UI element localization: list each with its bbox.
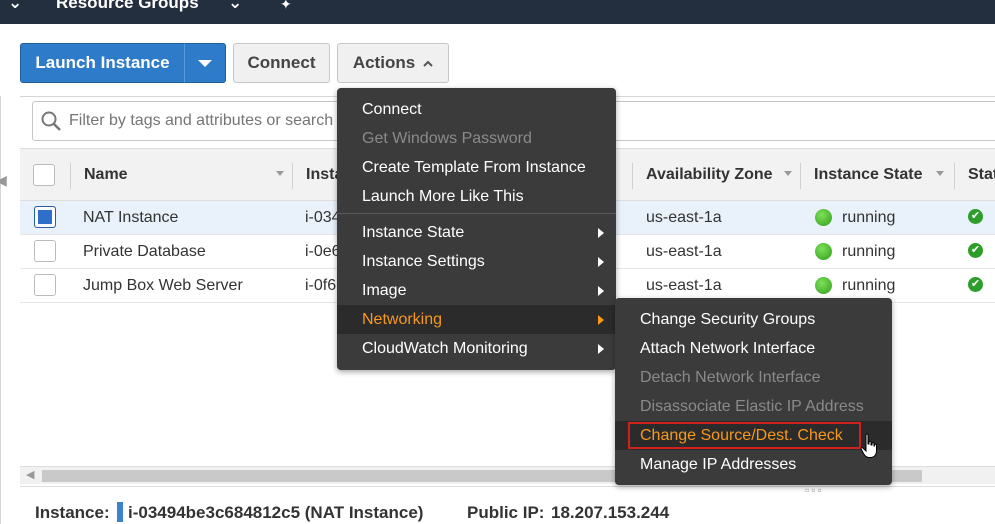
menu-item-instance-state[interactable]: Instance State bbox=[337, 218, 616, 247]
top-nav-bar: ⌄ Resource Groups ⌄ ✦ bbox=[0, 0, 995, 24]
row-instance-state: running bbox=[842, 277, 896, 294]
column-divider bbox=[292, 163, 293, 189]
running-status-icon bbox=[815, 243, 832, 260]
instance-value: i-03494be3c684812c5 (NAT Instance) bbox=[128, 503, 424, 522]
hand-cursor-icon bbox=[860, 433, 877, 458]
caret-up-icon bbox=[423, 60, 433, 67]
column-divider bbox=[954, 163, 955, 189]
column-header-availability-zone-label: Availability Zone bbox=[646, 166, 773, 183]
highlight-annotation-box bbox=[628, 422, 861, 449]
column-divider bbox=[70, 163, 71, 189]
menu-item-networking[interactable]: Networking bbox=[337, 305, 616, 334]
menu-item-instance-state-label: Instance State bbox=[362, 223, 465, 241]
row-instance-id: i-0e6 bbox=[305, 243, 341, 260]
column-header-instance-state[interactable]: Instance State bbox=[814, 149, 922, 201]
submenu-arrow-icon bbox=[598, 228, 604, 238]
pin-icon[interactable]: ✦ bbox=[280, 0, 292, 13]
menu-item-create-template[interactable]: Create Template From Instance bbox=[337, 153, 616, 182]
sort-az-icon[interactable] bbox=[784, 149, 794, 201]
filter-input[interactable] bbox=[69, 106, 369, 136]
row-name: NAT Instance bbox=[83, 209, 179, 226]
caret-down-icon bbox=[198, 59, 212, 67]
actions-label: Actions bbox=[352, 53, 416, 72]
menu-item-cloudwatch-monitoring-label: CloudWatch Monitoring bbox=[362, 339, 528, 357]
row-availability-zone: us-east-1a bbox=[646, 243, 722, 260]
menu-item-attach-network-interface[interactable]: Attach Network Interface bbox=[615, 334, 892, 363]
row-name: Private Database bbox=[83, 243, 206, 260]
menu-item-manage-ip-addresses[interactable]: Manage IP Addresses bbox=[615, 450, 892, 479]
running-status-icon bbox=[815, 209, 832, 226]
networking-submenu: Change Security Groups Attach Network In… bbox=[615, 298, 892, 485]
column-divider bbox=[800, 163, 801, 189]
submenu-arrow-icon bbox=[598, 315, 604, 325]
sort-name-icon[interactable] bbox=[276, 149, 286, 201]
status-check-ok-icon: ✔ bbox=[968, 243, 983, 258]
actions-dropdown-menu: Connect Get Windows Password Create Temp… bbox=[337, 88, 616, 370]
nav-chevron-icon[interactable]: ⌄ bbox=[8, 0, 22, 13]
menu-item-networking-label: Networking bbox=[362, 310, 443, 328]
column-divider bbox=[632, 163, 633, 189]
column-header-availability-zone[interactable]: Availability Zone bbox=[646, 149, 773, 201]
submenu-arrow-icon bbox=[598, 344, 604, 354]
launch-options-dropdown-button[interactable] bbox=[184, 43, 226, 83]
column-header-status-checks-label: Stat bbox=[968, 166, 995, 183]
connect-button[interactable]: Connect bbox=[233, 43, 330, 83]
menu-item-instance-settings-label: Instance Settings bbox=[362, 252, 485, 270]
menu-item-connect[interactable]: Connect bbox=[337, 95, 616, 124]
resource-groups-menu[interactable]: Resource Groups bbox=[56, 0, 199, 13]
left-panel-border bbox=[0, 96, 1, 524]
row-instance-id: i-0f6 bbox=[305, 277, 337, 294]
column-header-name[interactable]: Name bbox=[84, 149, 128, 201]
menu-item-instance-settings[interactable]: Instance Settings bbox=[337, 247, 616, 276]
resource-groups-chevron-icon[interactable]: ⌄ bbox=[228, 0, 242, 13]
column-header-instance-state-label: Instance State bbox=[814, 166, 923, 183]
public-ip-value: 18.207.153.244 bbox=[551, 503, 670, 522]
actions-button[interactable]: Actions bbox=[337, 43, 449, 83]
scroll-left-icon[interactable]: ◀ bbox=[26, 468, 34, 481]
public-ip-label: Public IP: bbox=[467, 503, 545, 522]
instance-label: Instance: bbox=[35, 503, 110, 522]
row-availability-zone: us-east-1a bbox=[646, 277, 722, 294]
instance-color-marker bbox=[117, 502, 123, 522]
row-instance-state: running bbox=[842, 209, 896, 226]
menu-item-launch-more-like-this[interactable]: Launch More Like This bbox=[337, 182, 616, 211]
column-header-name-label: Name bbox=[84, 166, 128, 183]
row-availability-zone: us-east-1a bbox=[646, 209, 722, 226]
column-header-status-checks[interactable]: Stat bbox=[968, 149, 995, 201]
menu-item-cloudwatch-monitoring[interactable]: CloudWatch Monitoring bbox=[337, 334, 616, 363]
menu-item-change-security-groups[interactable]: Change Security Groups bbox=[615, 305, 892, 334]
menu-item-image-label: Image bbox=[362, 281, 407, 299]
launch-instance-button[interactable]: Launch Instance bbox=[20, 43, 185, 83]
row-instance-state: running bbox=[842, 243, 896, 260]
collapse-sidebar-icon[interactable]: ◀ bbox=[0, 172, 7, 189]
status-check-ok-icon: ✔ bbox=[968, 209, 983, 224]
submenu-arrow-icon bbox=[598, 286, 604, 296]
menu-item-disassociate-elastic-ip: Disassociate Elastic IP Address bbox=[640, 397, 864, 415]
menu-item-detach-network-interface: Detach Network Interface bbox=[640, 368, 821, 386]
menu-item-get-windows-password: Get Windows Password bbox=[362, 129, 532, 147]
search-icon bbox=[41, 111, 61, 131]
row-name: Jump Box Web Server bbox=[83, 277, 243, 294]
row-checkbox[interactable] bbox=[34, 274, 56, 296]
submenu-arrow-icon bbox=[598, 257, 604, 267]
row-checkbox[interactable] bbox=[34, 206, 56, 228]
status-check-ok-icon: ✔ bbox=[968, 277, 983, 292]
instance-details-bar: Instance: i-03494be3c684812c5 (NAT Insta… bbox=[20, 486, 995, 524]
menu-item-image[interactable]: Image bbox=[337, 276, 616, 305]
row-checkbox[interactable] bbox=[34, 240, 56, 262]
select-all-checkbox[interactable] bbox=[33, 164, 55, 186]
sort-state-icon[interactable] bbox=[936, 149, 946, 201]
menu-separator bbox=[337, 213, 616, 214]
running-status-icon bbox=[815, 277, 832, 294]
row-instance-id: i-034 bbox=[305, 209, 341, 226]
